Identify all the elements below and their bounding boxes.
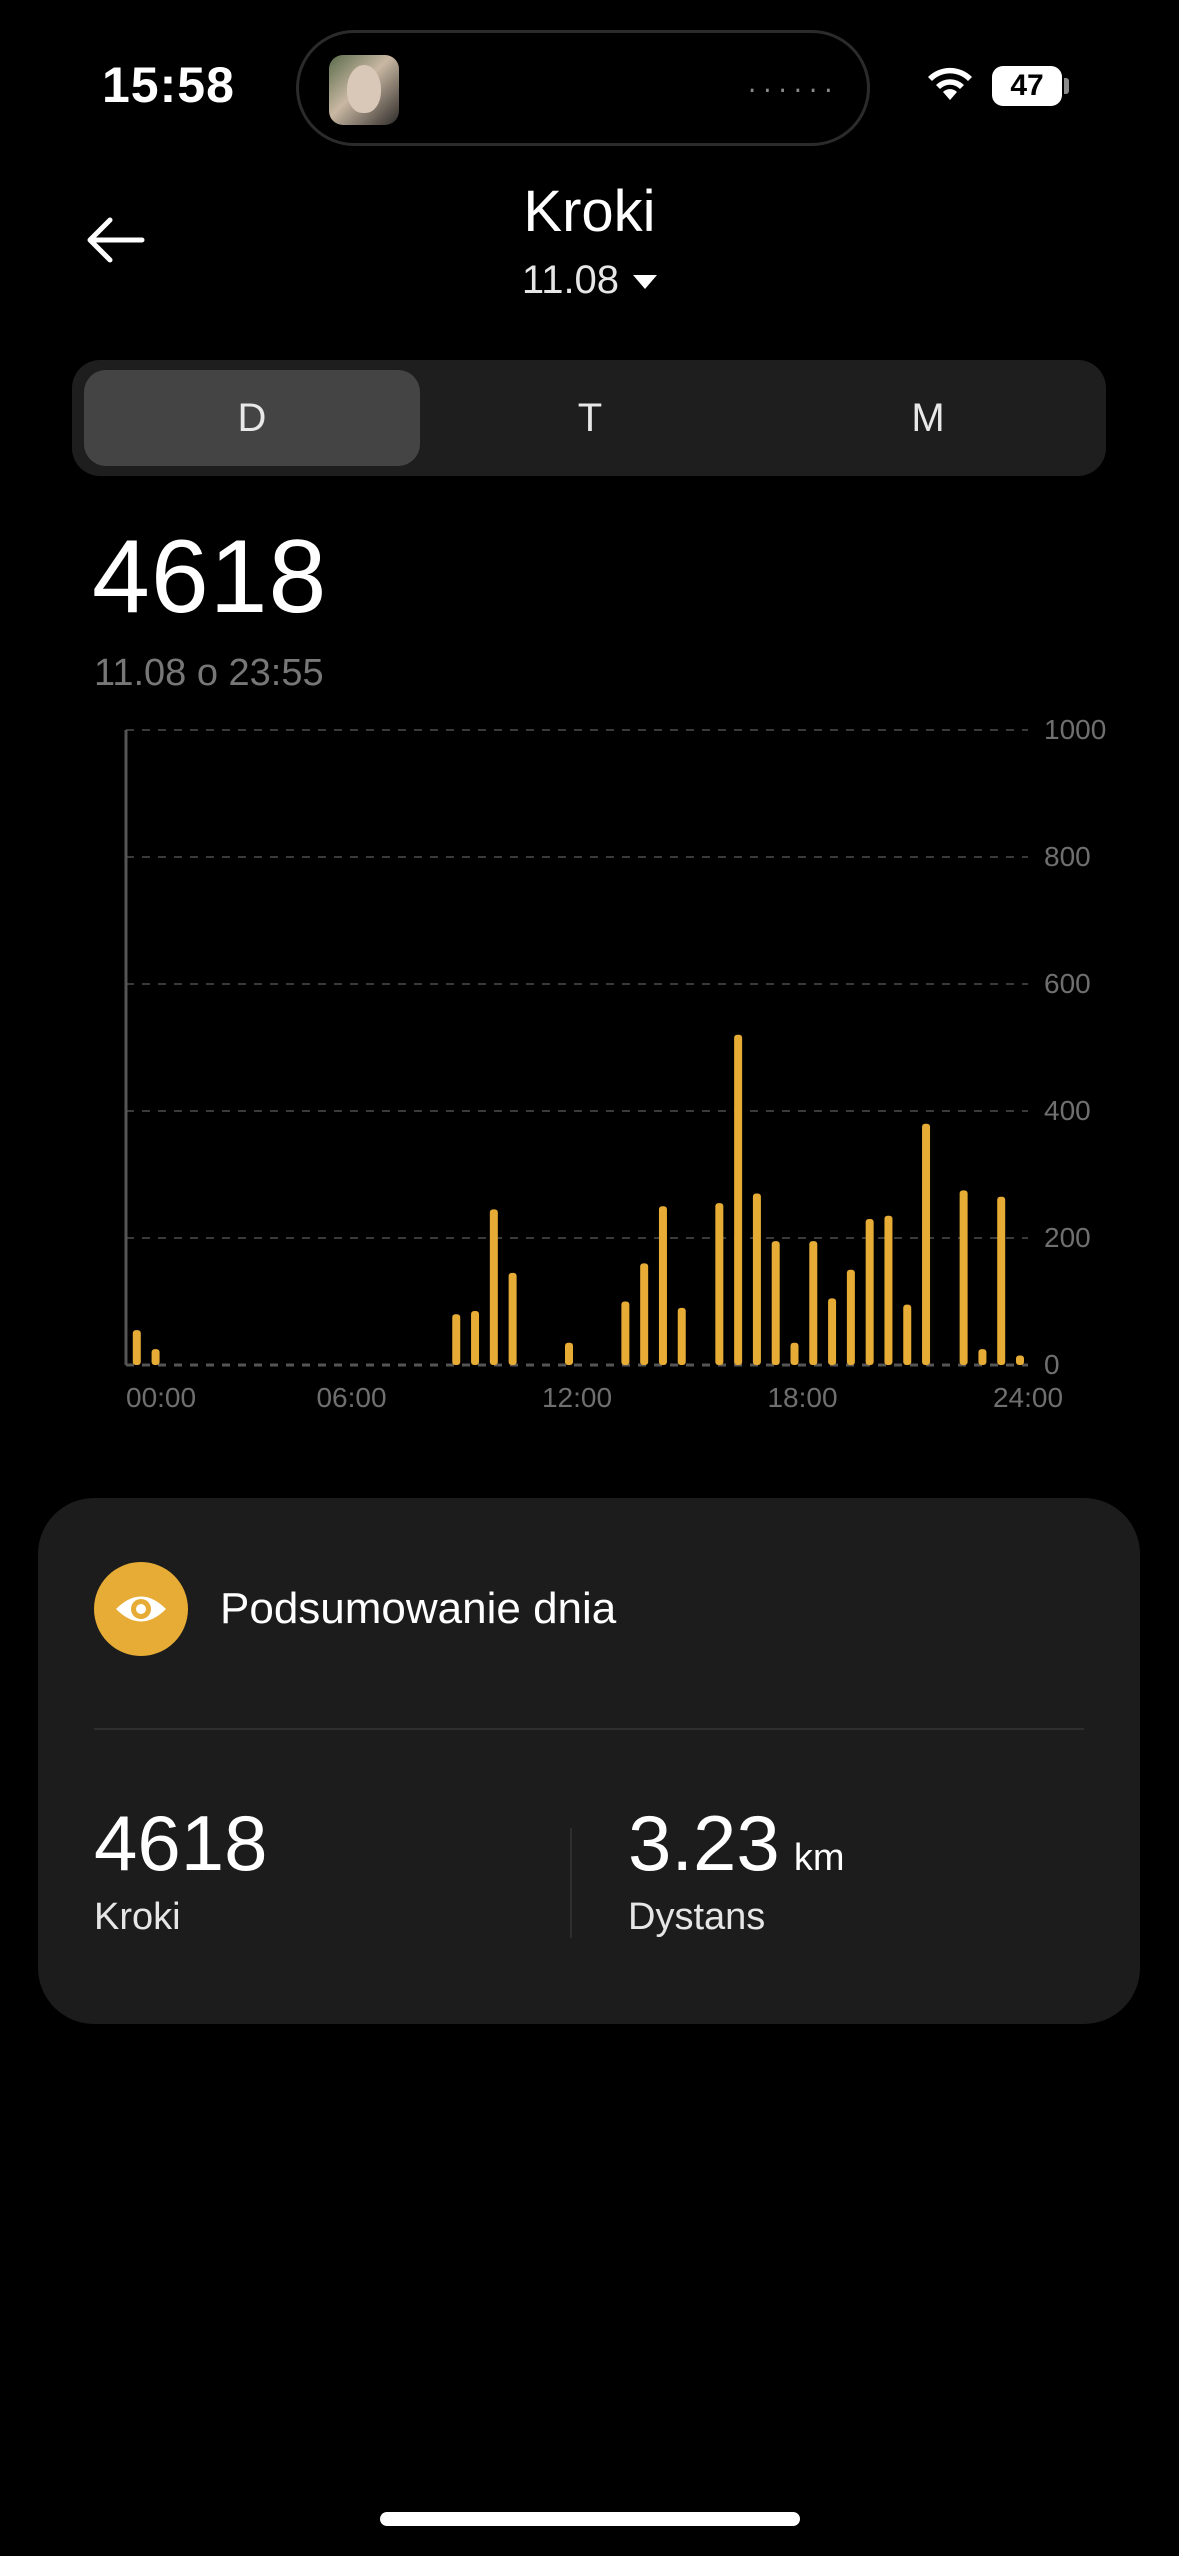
now-playing-thumbnail: [329, 55, 399, 125]
chart-bar: [658, 1206, 667, 1365]
total-steps-value: 4618: [92, 519, 328, 635]
status-bar: 15:58 ······ 47: [0, 0, 1179, 170]
period-segmented-control: D T M: [72, 360, 1106, 476]
x-tick-label: 12:00: [542, 1382, 612, 1413]
steps-bar-chart[interactable]: 0 200 400 600 800 1000 00:00 06:00 12:00 18:00 24:…: [0, 700, 1179, 1420]
chart-bar: [677, 1307, 686, 1365]
page-title: Kroki: [523, 179, 656, 244]
chart-bar: [565, 1342, 573, 1365]
chart-bar: [865, 1218, 874, 1365]
battery-tip: [1064, 78, 1069, 94]
chart-bar: [828, 1298, 837, 1365]
steps-value: 4618: [94, 1799, 268, 1887]
chart-bar: [884, 1215, 893, 1365]
y-tick-label: 600: [1044, 968, 1091, 999]
audio-wave-icon: ······: [745, 79, 837, 104]
chart-bar: [471, 1311, 480, 1365]
battery-indicator: 47: [992, 66, 1062, 106]
segment-day[interactable]: D: [84, 370, 420, 466]
chart-bar: [903, 1304, 912, 1365]
y-tick-label: 1000: [1044, 714, 1106, 745]
chart-bar: [715, 1203, 724, 1365]
y-tick-label: 800: [1044, 841, 1091, 872]
x-tick-label: 24:00: [993, 1382, 1063, 1413]
x-tick-label: 06:00: [316, 1382, 386, 1413]
chart-bar: [959, 1190, 968, 1365]
wifi-icon: [928, 67, 972, 100]
summary-icon-badge: [94, 1562, 188, 1656]
x-tick-label: 00:00: [126, 1382, 196, 1413]
chart-bar: [997, 1196, 1006, 1365]
status-time: 15:58: [102, 57, 235, 113]
y-tick-label: 0: [1044, 1349, 1060, 1380]
chart-bar: [508, 1272, 517, 1365]
steps-stat-label: Kroki: [94, 1896, 181, 1938]
chart-bar: [809, 1241, 818, 1365]
chart-bar: [640, 1263, 649, 1365]
x-tick-label: 18:00: [767, 1382, 837, 1413]
chart-bar: [752, 1193, 761, 1365]
chart-bar: [452, 1314, 461, 1365]
segment-week[interactable]: T: [422, 370, 758, 466]
day-summary-card[interactable]: Podsumowanie dnia 4618 Kroki 3.23 km Dyst…: [38, 1498, 1140, 2024]
y-tick-label: 400: [1044, 1095, 1091, 1126]
card-title: Podsumowanie dnia: [220, 1584, 617, 1633]
date-selector[interactable]: 11.08: [0, 258, 1179, 303]
chart-bar: [922, 1123, 931, 1365]
chart-bar: [489, 1209, 498, 1365]
home-indicator[interactable]: [380, 2512, 800, 2526]
chart-bar: [734, 1034, 743, 1365]
chart-bar: [846, 1269, 855, 1365]
chart-bar: [1016, 1355, 1024, 1365]
chart-bar: [132, 1330, 141, 1365]
chart-bar: [621, 1301, 630, 1365]
divider: [94, 1728, 1084, 1730]
distance-value: 3.23: [628, 1799, 780, 1887]
stat-divider: [570, 1828, 572, 1938]
eye-icon: [116, 1596, 166, 1622]
y-tick-label: 200: [1044, 1222, 1091, 1253]
distance-unit: km: [793, 1837, 845, 1879]
last-updated-timestamp: 11.08 o 23:55: [94, 652, 324, 694]
steps-stat-value: 4618: [94, 1798, 268, 1889]
chart-bar: [151, 1349, 160, 1365]
date-label: 11.08: [521, 258, 620, 302]
caret-down-icon: [633, 275, 658, 290]
dynamic-island[interactable]: ······: [296, 30, 870, 146]
chart-bar: [790, 1342, 799, 1365]
chart-bar: [978, 1349, 987, 1365]
chart-bar: [771, 1241, 780, 1365]
segment-month[interactable]: M: [760, 370, 1096, 466]
distance-stat-value: 3.23 km: [628, 1798, 844, 1889]
distance-stat-label: Dystans: [628, 1896, 766, 1938]
